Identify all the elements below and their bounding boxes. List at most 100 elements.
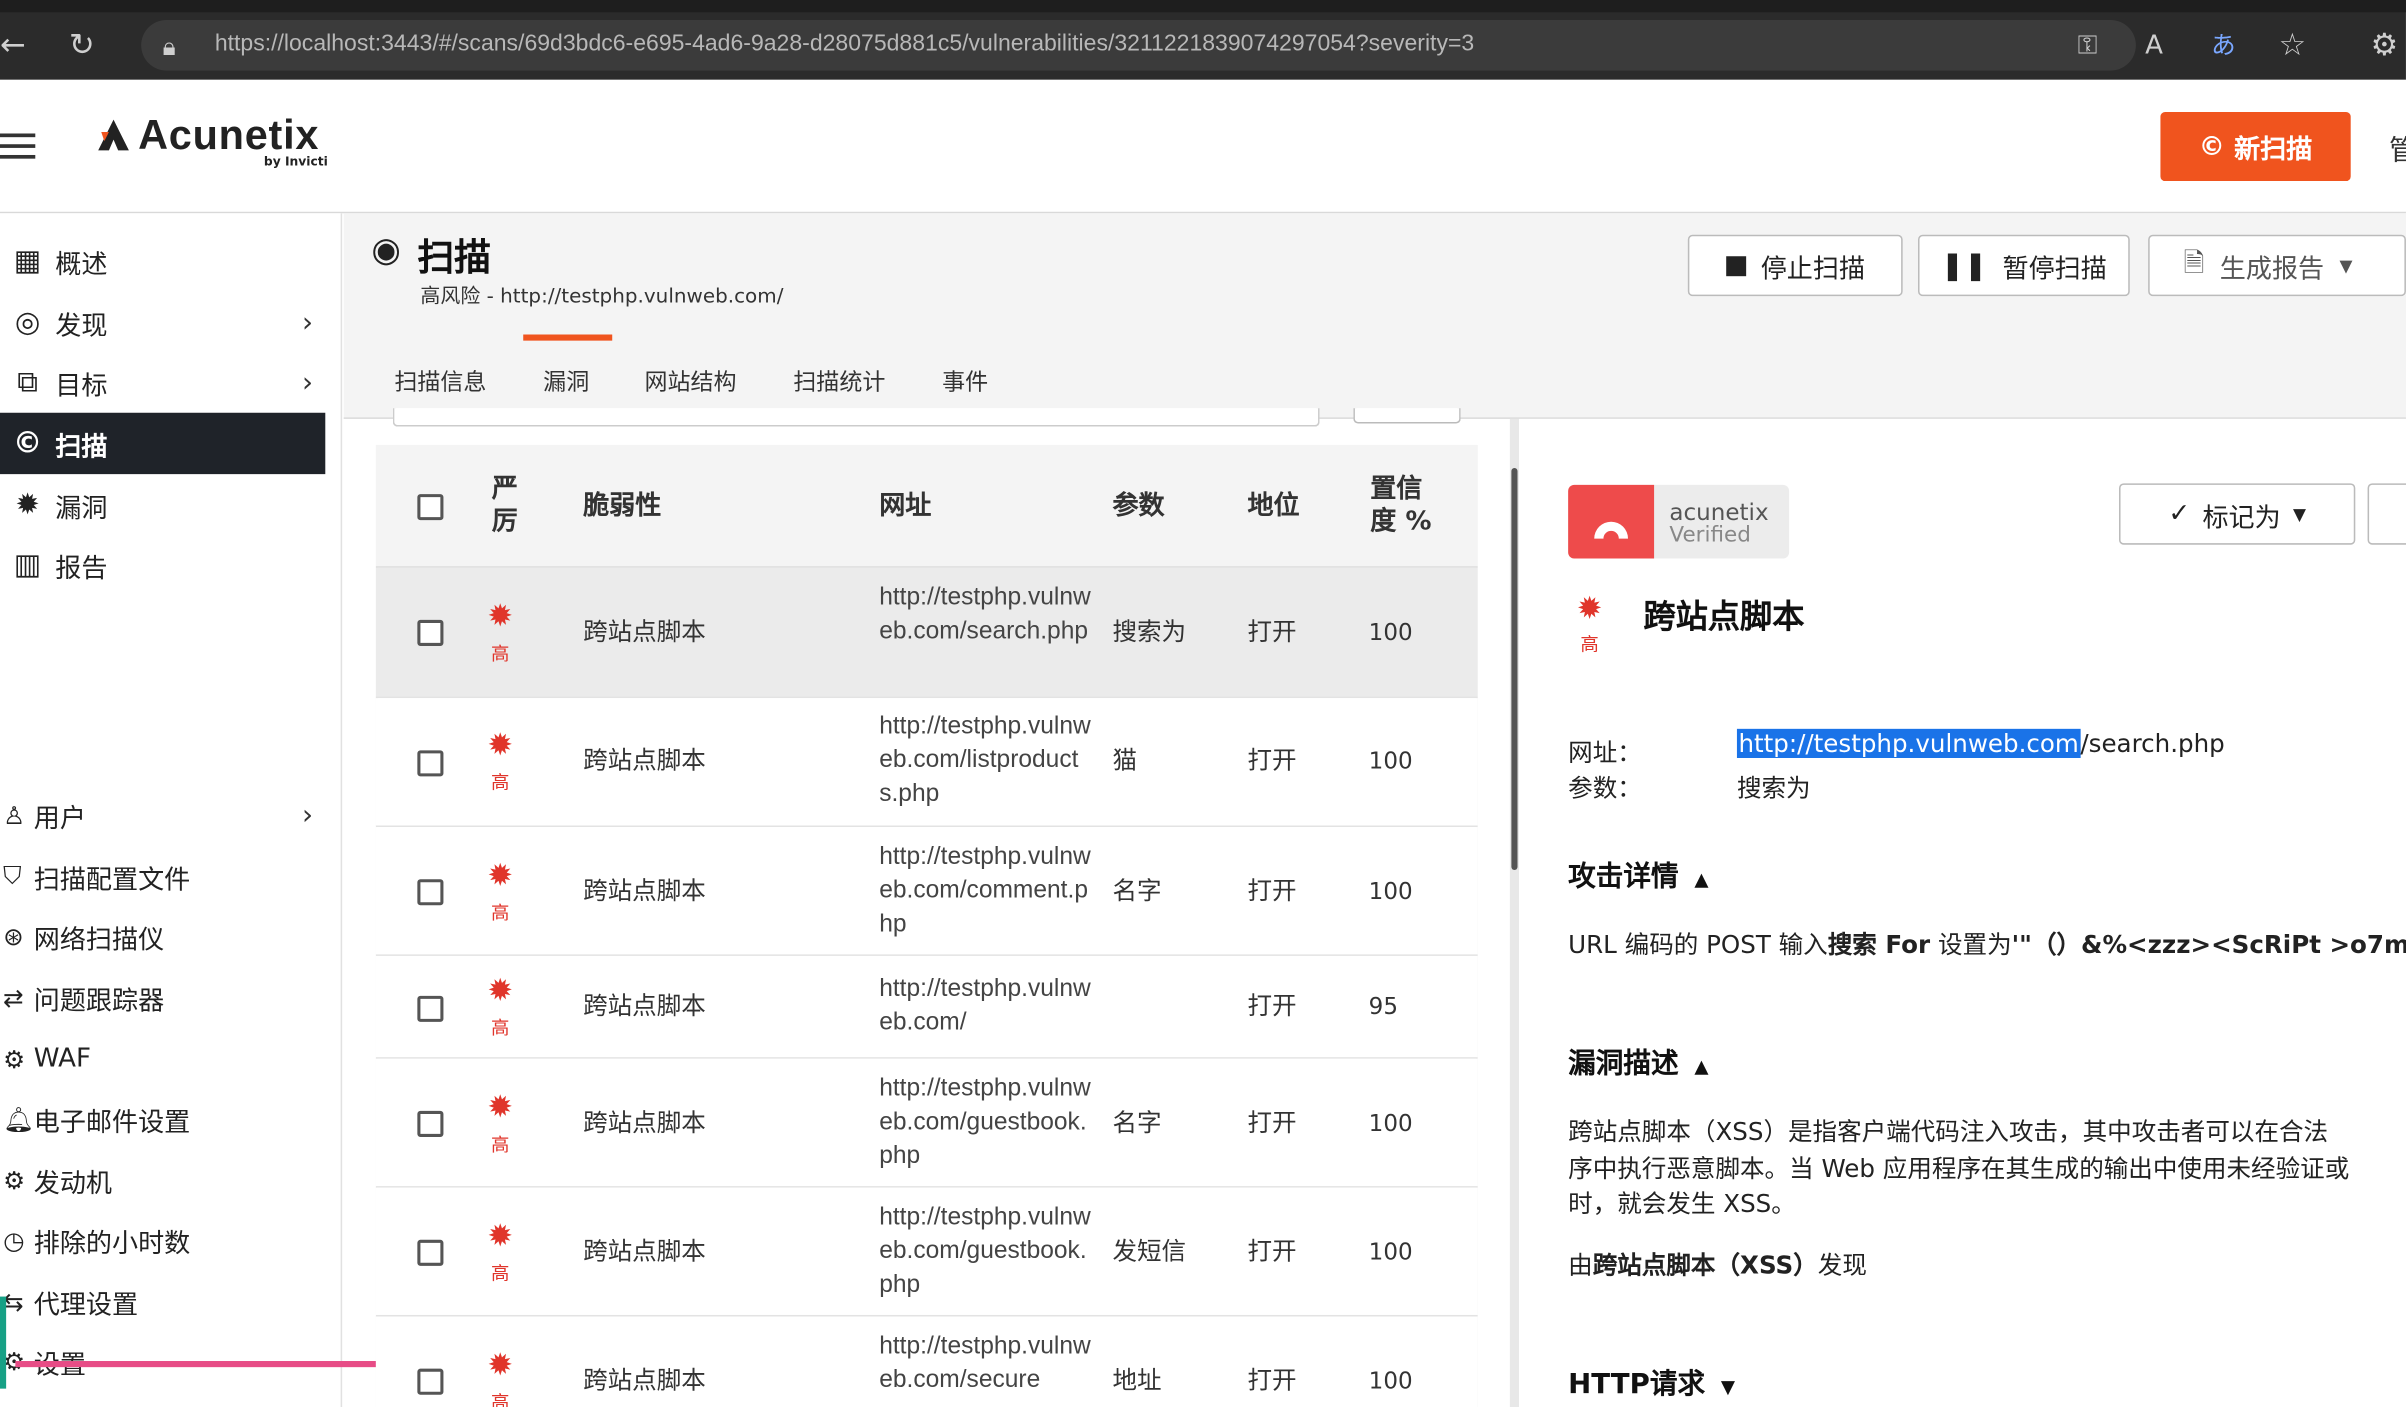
column-header-vulnerability[interactable]: 脆弱性 — [583, 491, 661, 523]
sidebar-item-email-settings[interactable]: 🔔︎ 电子邮件设置 — [0, 1088, 325, 1149]
vulnerability-confidence: 100 — [1368, 747, 1413, 775]
address-bar-url[interactable]: https://localhost:3443/#/scans/69d3bdc6-… — [215, 31, 1474, 57]
chart-icon: ▥ — [13, 547, 42, 582]
found-by-prefix: 由 — [1568, 1250, 1593, 1280]
http-request-label: HTTP请求 — [1568, 1368, 1706, 1401]
vulnerability-param: 名字 — [1112, 876, 1162, 906]
row-checkbox[interactable] — [417, 1239, 444, 1266]
key-icon[interactable]: ⚿ — [2078, 31, 2098, 62]
scrollbar-thumb[interactable] — [1511, 467, 1518, 871]
high-severity-bug-icon: ✹ — [1576, 589, 1603, 627]
param-label: 参数： — [1568, 773, 1642, 803]
new-scan-button[interactable]: © 新扫描 — [2160, 112, 2351, 182]
sidebar-item-waf[interactable]: ⚙ WAF — [0, 1028, 325, 1089]
sidebar-item-network-scanner[interactable]: ⊛ 网络扫描仪 — [0, 905, 325, 966]
back-icon[interactable]: ← — [0, 29, 26, 60]
hamburger-menu-icon[interactable] — [0, 130, 37, 161]
vulnerability-url: http://testphp.vulnweb.com/secure — [879, 1333, 1091, 1394]
vulnerability-param: 搜索为 — [1112, 616, 1187, 646]
sidebar-item-excluded-hours[interactable]: ◷ 排除的小时数 — [0, 1209, 325, 1270]
tab-vulnerabilities[interactable]: 漏洞 — [543, 365, 589, 397]
scan-radar-icon: ◉ — [371, 231, 401, 271]
sidebar-item-scans[interactable]: © 扫描 — [0, 412, 326, 475]
vulnerability-status: 打开 — [1247, 616, 1297, 646]
read-aloud-icon[interactable]: A — [2145, 31, 2163, 62]
user-icon: ♙ — [3, 800, 26, 830]
sidebar-item-label: 代理设置 — [33, 1289, 139, 1321]
generate-report-button[interactable]: 🗎︎ 生成报告 ▼ — [2148, 234, 2406, 297]
pause-scan-button[interactable]: ❚❚ 暂停扫描 — [1918, 234, 2130, 297]
vuln-description-label: 漏洞描述 — [1568, 1047, 1679, 1081]
sidebar-item-scan-profiles[interactable]: ⛉ 扫描配置文件 — [0, 845, 325, 906]
favorite-star-icon[interactable]: ☆ — [2279, 29, 2307, 60]
chevron-right-icon: › — [301, 365, 314, 399]
sidebar-item-users[interactable]: ♙ 用户 › — [0, 784, 325, 845]
mark-as-button[interactable]: ✓ 标记为 ▼ — [2119, 483, 2356, 545]
high-severity-bug-icon: ✹ — [487, 856, 514, 894]
generate-report-label: 生成报告 — [2219, 253, 2325, 285]
lock-icon[interactable]: 🔒︎ — [163, 32, 176, 63]
shield-icon: ⛉ — [3, 860, 22, 890]
sidebar-item-dashboard[interactable]: ▦ 概述 — [0, 230, 325, 291]
found-by-text: 由跨站点脚本（XSS）发现 — [1568, 1247, 1867, 1284]
vulnerability-url: http://testphp.vulnweb.com/ — [879, 975, 1091, 1036]
severity-label: 高 — [490, 1133, 510, 1156]
filter-button[interactable] — [1353, 408, 1461, 424]
found-by-suffix: 发现 — [1817, 1250, 1867, 1280]
column-header-confidence[interactable]: 置信度 % — [1370, 474, 1434, 538]
sidebar-item-vulnerabilities[interactable]: ✹ 漏洞 — [0, 474, 325, 535]
row-checkbox[interactable] — [417, 1368, 444, 1395]
chevron-right-icon: › — [301, 798, 314, 831]
more-actions-button[interactable] — [2367, 483, 2406, 545]
tab-scan-statistics[interactable]: 扫描统计 — [793, 365, 885, 397]
row-checkbox[interactable] — [417, 995, 444, 1022]
engine-icon: ⚙ — [3, 1165, 26, 1195]
stop-scan-button[interactable]: 停止扫描 — [1687, 234, 1903, 297]
app-header — [0, 79, 2406, 214]
page-subtitle: 高风险 - http://testphp.vulnweb.com/ — [420, 285, 784, 309]
reload-icon[interactable]: ↻ — [69, 29, 95, 60]
column-header-severity[interactable]: 严厉 — [486, 474, 523, 538]
attack-details-heading[interactable]: 攻击详情 ▲ — [1568, 855, 1708, 895]
filter-input[interactable] — [392, 408, 1320, 427]
vulnerability-confidence: 100 — [1368, 1238, 1413, 1266]
url-host-selected[interactable]: http://testphp.vulnweb.com — [1736, 728, 2081, 758]
http-request-heading[interactable]: HTTP请求 ▼ — [1568, 1363, 1735, 1403]
sidebar-item-issue-trackers[interactable]: ⇄ 问题跟踪器 — [0, 967, 325, 1028]
tab-events[interactable]: 事件 — [942, 365, 988, 397]
column-header-url[interactable]: 网址 — [879, 491, 931, 523]
select-all-checkbox[interactable] — [417, 494, 444, 521]
sidebar-item-reports[interactable]: ▥ 报告 — [0, 534, 325, 595]
row-checkbox[interactable] — [417, 619, 444, 646]
logo-byline: by Invicti — [263, 154, 328, 169]
row-checkbox[interactable] — [417, 750, 444, 777]
translate-icon[interactable]: あ — [2211, 31, 2236, 62]
clock-icon: ◷ — [3, 1225, 25, 1255]
vulnerability-status: 打开 — [1247, 876, 1297, 906]
caret-down-icon: ▼ — [1720, 1376, 1736, 1398]
vuln-description-heading[interactable]: 漏洞描述 ▲ — [1568, 1042, 1708, 1082]
column-header-status[interactable]: 地位 — [1247, 491, 1299, 523]
sidebar-item-targets[interactable]: ⧉ 目标 › — [0, 351, 325, 412]
row-checkbox[interactable] — [417, 879, 444, 906]
tab-site-structure[interactable]: 网站结构 — [644, 365, 736, 397]
url-value[interactable]: http://testphp.vulnweb.com/search.php — [1736, 728, 2225, 758]
high-severity-bug-icon: ✹ — [487, 725, 514, 763]
sidebar-item-engines[interactable]: ⚙ 发动机 — [0, 1149, 325, 1210]
attack-mid: 设置为 — [1930, 929, 2012, 959]
tab-scan-info[interactable]: 扫描信息 — [394, 365, 486, 397]
sidebar-item-label: 报告 — [55, 553, 108, 584]
param-value: 搜索为 — [1736, 773, 1811, 803]
admin-menu-cut-label[interactable]: 管 — [2389, 129, 2406, 169]
vulnerability-param: 发短信 — [1112, 1236, 1187, 1266]
acunetix-logo-icon — [98, 119, 129, 151]
vulnerability-url: http://testphp.vulnweb.com/guestbook.php — [879, 1075, 1091, 1170]
row-checkbox[interactable] — [417, 1110, 444, 1137]
sidebar-item-proxy-settings[interactable]: ⇆ 代理设置 — [0, 1270, 325, 1331]
column-header-parameter[interactable]: 参数 — [1112, 491, 1164, 523]
vulnerability-confidence: 100 — [1368, 1367, 1413, 1395]
url-path[interactable]: /search.php — [2080, 729, 2224, 758]
extensions-icon[interactable]: ⚙ — [2371, 29, 2399, 60]
sidebar-item-discovery[interactable]: ◎ 发现 › — [0, 292, 325, 353]
vulnerability-confidence: 100 — [1368, 877, 1413, 906]
